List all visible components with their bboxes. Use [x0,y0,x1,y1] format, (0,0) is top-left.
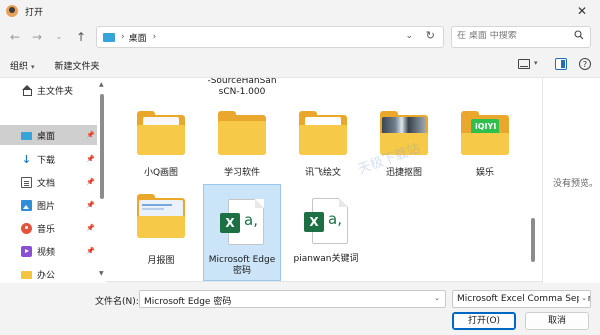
pin-icon: 📌 [86,247,95,255]
desktop-folder-icon [103,32,115,42]
file-name: Microsoft Edge 密码 [208,255,276,276]
breadcrumb-separator: › [152,32,157,42]
search-icon [574,30,584,40]
sidebar-scrollbar[interactable] [100,94,104,199]
back-arrow-icon[interactable]: ← [4,26,26,48]
folder-tile[interactable]: 讯飞绘文 [285,95,361,190]
close-icon[interactable]: ✕ [574,3,590,19]
folder-icon: iQIYI [461,111,509,159]
chevron-down-icon[interactable]: ⌄ [434,294,440,302]
file-list: -SourceHanSan sCN-1.000 小Q画图 学习软件 讯飞绘文 迅… [106,78,542,283]
scroll-up-icon[interactable]: ▲ [99,81,104,88]
sidebar-item-label: 视频 [37,247,56,258]
preview-pane: 没有预览。 [542,78,600,283]
main-area: 主文件夹 桌面 📌 ↓ 下载 📌 文档 📌 图片 📌 音乐 📌 视频 📌 办公 … [0,77,600,283]
search-input[interactable] [457,31,567,41]
folder-tile[interactable]: 学习软件 [204,95,280,190]
navigation-bar: ← → ⌄ ↑ › 桌面 › ⌄ ↻ [0,22,600,52]
folder-tile[interactable]: iQIYI 娱乐 [447,95,523,190]
sidebar-item-pictures[interactable]: 图片 📌 [0,195,97,215]
desktop-icon [21,132,32,140]
address-bar[interactable]: › 桌面 › ⌄ ↻ [96,26,444,48]
help-icon[interactable]: ? [579,58,591,70]
content-scrollbar[interactable] [531,218,535,262]
filetype-select[interactable]: Microsoft Excel Comma Separated ⌄ [452,290,591,308]
history-chevron-icon[interactable]: ⌄ [48,26,70,48]
organize-label: 组织 [10,61,29,72]
folder-icon [137,111,185,159]
up-arrow-icon[interactable]: ↑ [70,26,92,48]
scroll-down-icon[interactable]: ▼ [99,270,104,277]
filetype-value: Microsoft Excel Comma Separated [457,294,590,304]
chevron-down-icon: ⌄ [579,294,587,302]
caret-down-icon: ▾ [31,62,35,71]
open-button[interactable]: 打开(O) [452,312,516,330]
music-icon [21,222,32,234]
chevron-down-icon[interactable]: ⌄ [405,31,413,41]
sidebar-item-label: 下载 [37,155,56,166]
sidebar-item-label: 文档 [37,178,56,189]
pin-icon: 📌 [86,224,95,232]
title-bar: 打开 ✕ [0,0,600,22]
pictures-icon [21,199,32,211]
search-box[interactable] [451,26,591,48]
file-name: pianwan关键词 [293,254,359,264]
file-tile[interactable]: X a, pianwan关键词 [286,186,366,281]
excel-file-icon: X a, [218,199,266,247]
sidebar-item-label: 桌面 [37,131,56,142]
home-icon [21,84,32,96]
folder-icon [218,111,266,159]
file-name: 讯飞绘文 [304,168,341,178]
folder-icon [137,194,185,242]
preview-pane-icon[interactable] [555,58,567,70]
caret-down-icon[interactable]: ▾ [534,59,538,67]
forward-arrow-icon[interactable]: → [26,26,48,48]
pin-icon: 📌 [86,178,95,186]
folder-tile[interactable]: 月报图 [123,186,199,281]
sidebar-item-label: 主文件夹 [37,86,74,97]
sidebar-item-label: 音乐 [37,224,56,235]
filename-field[interactable]: Microsoft Edge 密码 ⌄ [139,290,446,308]
file-tile-selected[interactable]: X a, Microsoft Edge 密码 [203,184,281,281]
organize-menu[interactable]: 组织 ▾ [10,59,35,72]
new-folder-button[interactable]: 新建文件夹 [55,59,100,72]
app-icon [6,5,18,17]
navigation-pane: 主文件夹 桌面 📌 ↓ 下载 📌 文档 📌 图片 📌 音乐 📌 视频 📌 办公 … [0,78,106,283]
pin-icon: 📌 [86,201,95,209]
folder-tile[interactable]: 小Q画图 [123,95,199,190]
sidebar-item-downloads[interactable]: ↓ 下载 📌 [0,149,97,169]
command-bar: 组织 ▾ 新建文件夹 ▾ ? [0,55,600,75]
window-title: 打开 [25,7,44,18]
pin-icon: 📌 [86,155,95,163]
filename-label: 文件名(N): [95,297,139,307]
refresh-icon[interactable]: ↻ [426,29,435,42]
video-icon [21,245,32,257]
download-icon: ↓ [21,152,32,166]
sidebar-item-label: 图片 [37,201,56,212]
breadcrumb-desktop[interactable]: 桌面 [129,31,147,44]
filename-value: Microsoft Edge 密码 [144,297,232,307]
document-icon [21,176,32,188]
sidebar-item-home[interactable]: 主文件夹 [0,80,97,100]
sidebar-item-documents[interactable]: 文档 📌 [0,172,97,192]
sidebar-item-desktop[interactable]: 桌面 📌 [0,125,97,145]
pin-icon: 📌 [86,131,95,139]
breadcrumb-separator: › [121,32,125,42]
cancel-button[interactable]: 取消 [525,312,589,330]
no-preview-text: 没有预览。 [553,179,599,189]
folder-icon [21,271,32,279]
file-name: 小Q画图 [143,168,179,178]
sidebar-item-music[interactable]: 音乐 📌 [0,218,97,238]
iqiyi-logo: iQIYI [475,122,497,131]
sidebar-item-label: 办公 [37,270,56,281]
sidebar-item-office[interactable]: 办公 [0,264,97,283]
view-options-icon[interactable] [518,59,530,69]
folder-icon [299,111,347,159]
sidebar-item-videos[interactable]: 视频 📌 [0,241,97,261]
file-name: 娱乐 [475,168,494,178]
excel-file-icon: X a, [302,198,350,246]
file-name: 学习软件 [223,168,260,178]
file-name: 月报图 [147,256,175,266]
